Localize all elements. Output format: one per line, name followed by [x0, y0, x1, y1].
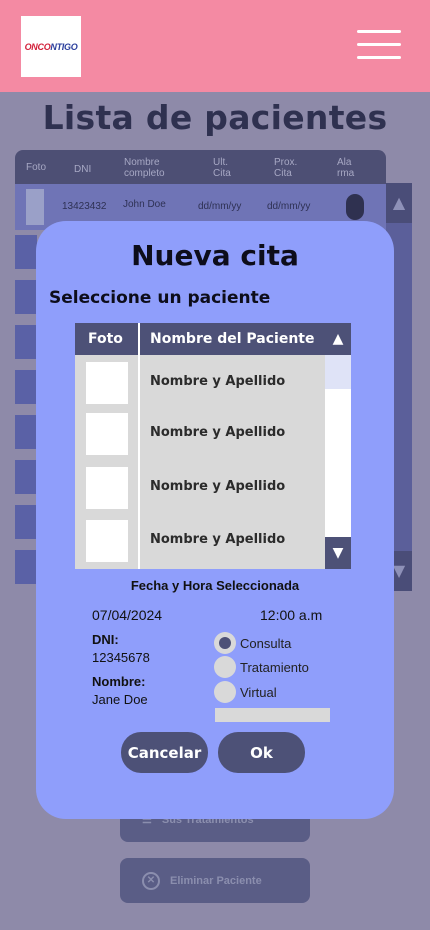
bell-icon[interactable] — [346, 194, 364, 220]
patient-photo — [86, 520, 128, 562]
patient-row[interactable]: Nombre y Apellido — [75, 358, 325, 408]
dni-value: 12345678 — [92, 650, 150, 665]
modal-subtitle: Seleccione un paciente — [49, 288, 271, 308]
page-title: Lista de pacientes — [42, 98, 388, 137]
radio-virtual[interactable]: Virtual — [214, 681, 334, 703]
scroll-down-icon[interactable]: ▼ — [325, 537, 351, 569]
scroll-thumb[interactable] — [325, 355, 351, 389]
table-row[interactable] — [15, 550, 37, 584]
eliminar-paciente-button[interactable]: ✕ Eliminar Paciente — [120, 858, 310, 903]
nueva-cita-modal: Nueva cita Seleccione un paciente Foto N… — [36, 221, 394, 819]
table-row[interactable] — [15, 505, 37, 539]
table-row[interactable] — [15, 280, 37, 314]
modal-title: Nueva cita — [131, 239, 299, 272]
patient-select-table: Foto Nombre del Paciente Nombre y Apelli… — [75, 323, 351, 569]
column-divider — [138, 323, 140, 569]
patient-row[interactable]: Nombre y Apellido — [75, 516, 325, 566]
patient-row[interactable]: Nombre y Apellido — [75, 463, 325, 513]
col-nombre-paciente: Nombre del Paciente — [150, 331, 315, 347]
close-circle-icon: ✕ — [142, 871, 160, 890]
col-foto: Foto — [26, 162, 47, 173]
virtual-link-field[interactable] — [215, 708, 330, 722]
patient-photo — [26, 189, 44, 225]
table-header: Foto DNI Nombre completo Ult. Cita Prox. Ci… — [15, 150, 386, 184]
col-alarma: Ala rma — [337, 157, 355, 179]
row-prox-cita: dd/mm/yy — [267, 201, 311, 212]
radio-label: Virtual — [240, 684, 277, 700]
table-row[interactable] — [15, 415, 37, 449]
nombre-label: Nombre: — [92, 674, 146, 689]
patient-photo — [86, 362, 128, 404]
col-nombre: Nombre completo — [124, 157, 165, 179]
patient-name: Nombre y Apellido — [150, 425, 286, 440]
radio-tratamiento[interactable]: Tratamiento — [214, 656, 334, 678]
patient-name: Nombre y Apellido — [150, 374, 286, 389]
eliminar-label: Eliminar Paciente — [170, 874, 262, 887]
table-row[interactable] — [15, 460, 37, 494]
row-name: John Doe — [123, 199, 166, 210]
patient-photo — [86, 467, 128, 509]
radio-label: Tratamiento — [240, 659, 309, 675]
ok-button[interactable]: Ok — [218, 732, 305, 773]
dni-label: DNI: — [92, 632, 119, 647]
radio-icon — [214, 656, 236, 678]
patient-photo — [86, 413, 128, 455]
table-row[interactable] — [15, 370, 37, 404]
selected-date: 07/04/2024 — [92, 607, 163, 623]
logo-text: ONCONTIGO — [24, 41, 78, 52]
oncontigo-logo[interactable]: ONCONTIGO — [21, 16, 81, 77]
table-row[interactable] — [15, 325, 37, 359]
row-dni: 13423432 — [62, 201, 107, 212]
fecha-hora-label: Fecha y Hora Seleccionada — [130, 578, 300, 593]
table-row[interactable] — [15, 235, 37, 269]
menu-icon[interactable] — [357, 28, 401, 62]
col-foto: Foto — [88, 331, 123, 347]
patient-table-header: Foto Nombre del Paciente — [75, 323, 351, 355]
patient-scrollbar[interactable]: ▲ ▼ — [325, 323, 351, 569]
row-ult-cita: dd/mm/yy — [198, 201, 242, 212]
radio-selected-icon — [214, 632, 236, 654]
patient-row[interactable]: Nombre y Apellido — [75, 409, 325, 459]
scroll-up-icon[interactable]: ▲ — [386, 183, 412, 223]
col-ult-cita: Ult. Cita — [213, 157, 231, 179]
radio-icon — [214, 681, 236, 703]
nombre-value: Jane Doe — [92, 692, 148, 707]
radio-consulta[interactable]: Consulta — [214, 632, 334, 654]
top-bar: ONCONTIGO — [0, 0, 430, 92]
selected-time: 12:00 a.m — [260, 607, 323, 623]
patient-name: Nombre y Apellido — [150, 532, 286, 547]
scroll-up-icon[interactable]: ▲ — [325, 323, 351, 355]
patient-name: Nombre y Apellido — [150, 479, 286, 494]
cancel-button[interactable]: Cancelar — [121, 732, 208, 773]
radio-label: Consulta — [240, 635, 292, 651]
col-dni: DNI — [74, 164, 92, 175]
col-prox-cita: Prox. Cita — [274, 157, 298, 179]
